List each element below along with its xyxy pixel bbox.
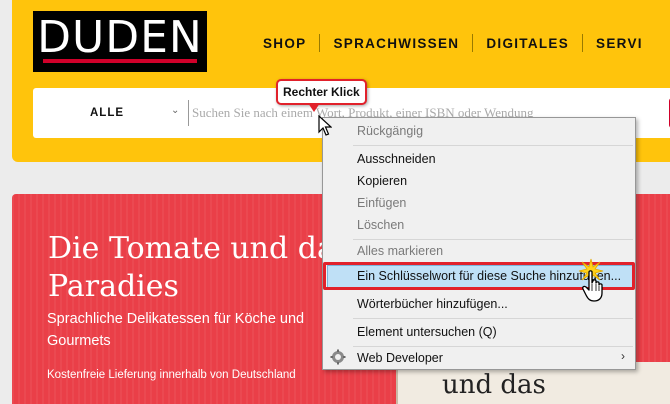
main-nav: SHOP SPRACHWISSEN DIGITALES SERVI [250,33,656,53]
menu-item-copy[interactable]: Kopieren [357,170,407,192]
menu-separator [353,145,633,146]
duden-logo[interactable]: DUDEN [33,11,207,72]
menu-item-undo[interactable]: Rückgängig [357,120,423,142]
menu-item-paste[interactable]: Einfügen [357,192,406,214]
promo-subtitle: Sprachliche Delikatessen für Köche und G… [47,311,305,349]
menu-item-cut[interactable]: Ausschneiden [357,148,436,170]
menu-item-select-all[interactable]: Alles markieren [357,240,443,262]
callout-tail [308,103,320,112]
context-menu: Rückgängig Ausschneiden Kopieren Einfüge… [322,117,636,370]
nav-digitales[interactable]: DIGITALES [473,36,582,51]
nav-shop[interactable]: SHOP [250,36,319,51]
menu-item-web-developer[interactable]: Web Developer [357,347,443,369]
promo-shipping-note: Kostenfreie Lieferung innerhalb von Deut… [47,369,296,381]
submenu-arrow-icon: › [621,349,625,363]
mouse-pointer-icon [318,114,333,142]
logo-underline [43,59,197,63]
search-scope-select[interactable]: ALLE [90,107,124,119]
menu-item-inspect-element[interactable]: Element untersuchen (Q) [357,321,497,343]
menu-separator [353,318,633,319]
book-cover-text: und das [442,370,546,400]
nav-service[interactable]: SERVI [583,36,656,51]
nav-sprachwissen[interactable]: SPRACHWISSEN [320,36,472,51]
chevron-down-icon[interactable]: ⌄ [171,105,179,116]
gear-icon [330,349,346,370]
menu-item-delete[interactable]: Löschen [357,214,404,236]
right-click-callout: Rechter Klick [276,79,367,105]
menu-item-add-dictionaries[interactable]: Wörterbücher hinzufügen... [357,293,508,315]
logo-text: DUDEN [37,12,203,63]
hand-pointer-icon [582,270,606,307]
